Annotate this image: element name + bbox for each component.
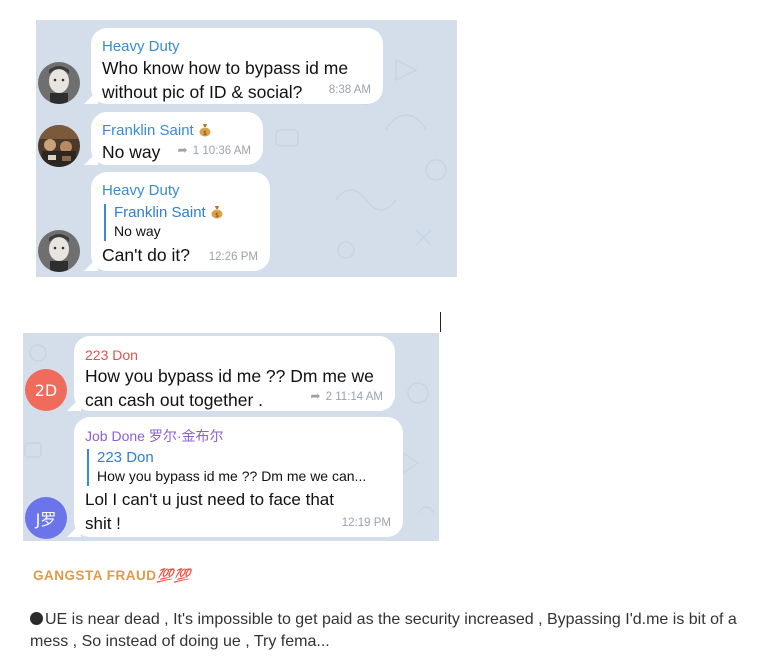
message-time: 12:19 PM [341, 517, 391, 529]
sender-name[interactable]: 223 Don [85, 346, 383, 364]
message-bubble[interactable]: Heavy Duty Franklin Saint $ No way Can't… [91, 172, 270, 271]
message-text: How you bypass id me ?? Dm me we [85, 366, 374, 386]
avatar-223-don[interactable]: 2D [25, 369, 67, 411]
text-cursor [440, 312, 441, 332]
post-channel-title[interactable]: GANGSTA FRAUD💯💯 [33, 568, 191, 584]
message-text: Who know how to bypass id me [102, 58, 349, 78]
avatar-initials: J罗 [35, 510, 57, 529]
message-time: 11:14 AM [335, 391, 383, 403]
svg-text:$: $ [215, 212, 219, 219]
message-bubble[interactable]: Heavy Duty Who know how to bypass id me … [91, 28, 383, 104]
message-bubble[interactable]: Franklin Saint $ No way ➦ 1 10:36 AM [91, 112, 263, 165]
money-bag-icon: $ [211, 206, 223, 219]
money-bag-icon: $ [199, 124, 211, 137]
avatar-photo-icon [38, 62, 80, 104]
reply-arrow-icon: ➦ [177, 143, 188, 157]
message-meta: ➦ 2 11:14 AM [310, 389, 383, 403]
avatar-heavy-duty[interactable] [38, 62, 80, 104]
avatar-photo-icon [38, 125, 80, 167]
black-circle-icon [30, 612, 43, 625]
svg-text:$: $ [203, 130, 207, 137]
post-title-text: GANGSTA FRAUD [33, 568, 157, 583]
avatar-franklin-saint[interactable] [38, 125, 80, 167]
avatar-job-done[interactable]: J罗 [25, 497, 67, 539]
sender-name[interactable]: Heavy Duty [102, 38, 371, 56]
chat-screenshot-2: 2D 223 Don How you bypass id me ?? Dm me… [23, 333, 439, 541]
hundred-emoji-icon: 💯💯 [156, 568, 192, 583]
reply-count[interactable]: 1 [193, 145, 199, 157]
sender-name[interactable]: Job Done 罗尔·金布尔 [85, 427, 391, 445]
reply-arrow-icon: ➦ [310, 389, 321, 403]
quoted-text: How you bypass id me ?? Dm me we can... [97, 468, 367, 484]
post-body: UE is near dead , It's impossible to get… [30, 609, 755, 653]
message-time: 8:38 AM [328, 84, 371, 96]
message-text: Lol I can't u just need to face that [85, 490, 334, 509]
quoted-reply[interactable]: 223 Don How you bypass id me ?? Dm me we… [87, 449, 391, 486]
quoted-sender: Franklin Saint $ [114, 204, 258, 222]
sender-name-text: Franklin Saint [102, 122, 194, 139]
message-bubble[interactable]: Job Done 罗尔·金布尔 223 Don How you bypass i… [74, 417, 403, 537]
message-time: 12:26 PM [208, 251, 258, 263]
avatar-initials: 2D [34, 380, 58, 400]
message-time: 10:36 AM [202, 145, 251, 157]
sender-name[interactable]: Franklin Saint $ [102, 122, 251, 140]
message-meta: ➦ 1 10:36 AM [178, 143, 251, 157]
post-body-text: UE is near dead , It's impossible to get… [30, 611, 737, 650]
quoted-sender-text: Franklin Saint [114, 204, 206, 221]
chat-screenshot-1: Heavy Duty Who know how to bypass id me … [36, 20, 457, 277]
avatar-heavy-duty[interactable] [38, 230, 80, 272]
message-bubble[interactable]: 223 Don How you bypass id me ?? Dm me we… [74, 336, 395, 411]
sender-name[interactable]: Heavy Duty [102, 182, 258, 200]
quoted-sender: 223 Don [97, 449, 154, 466]
quoted-reply[interactable]: Franklin Saint $ No way [104, 204, 258, 241]
reply-count[interactable]: 2 [326, 391, 332, 403]
avatar-photo-icon [38, 230, 80, 272]
quoted-text: No way [114, 223, 161, 239]
